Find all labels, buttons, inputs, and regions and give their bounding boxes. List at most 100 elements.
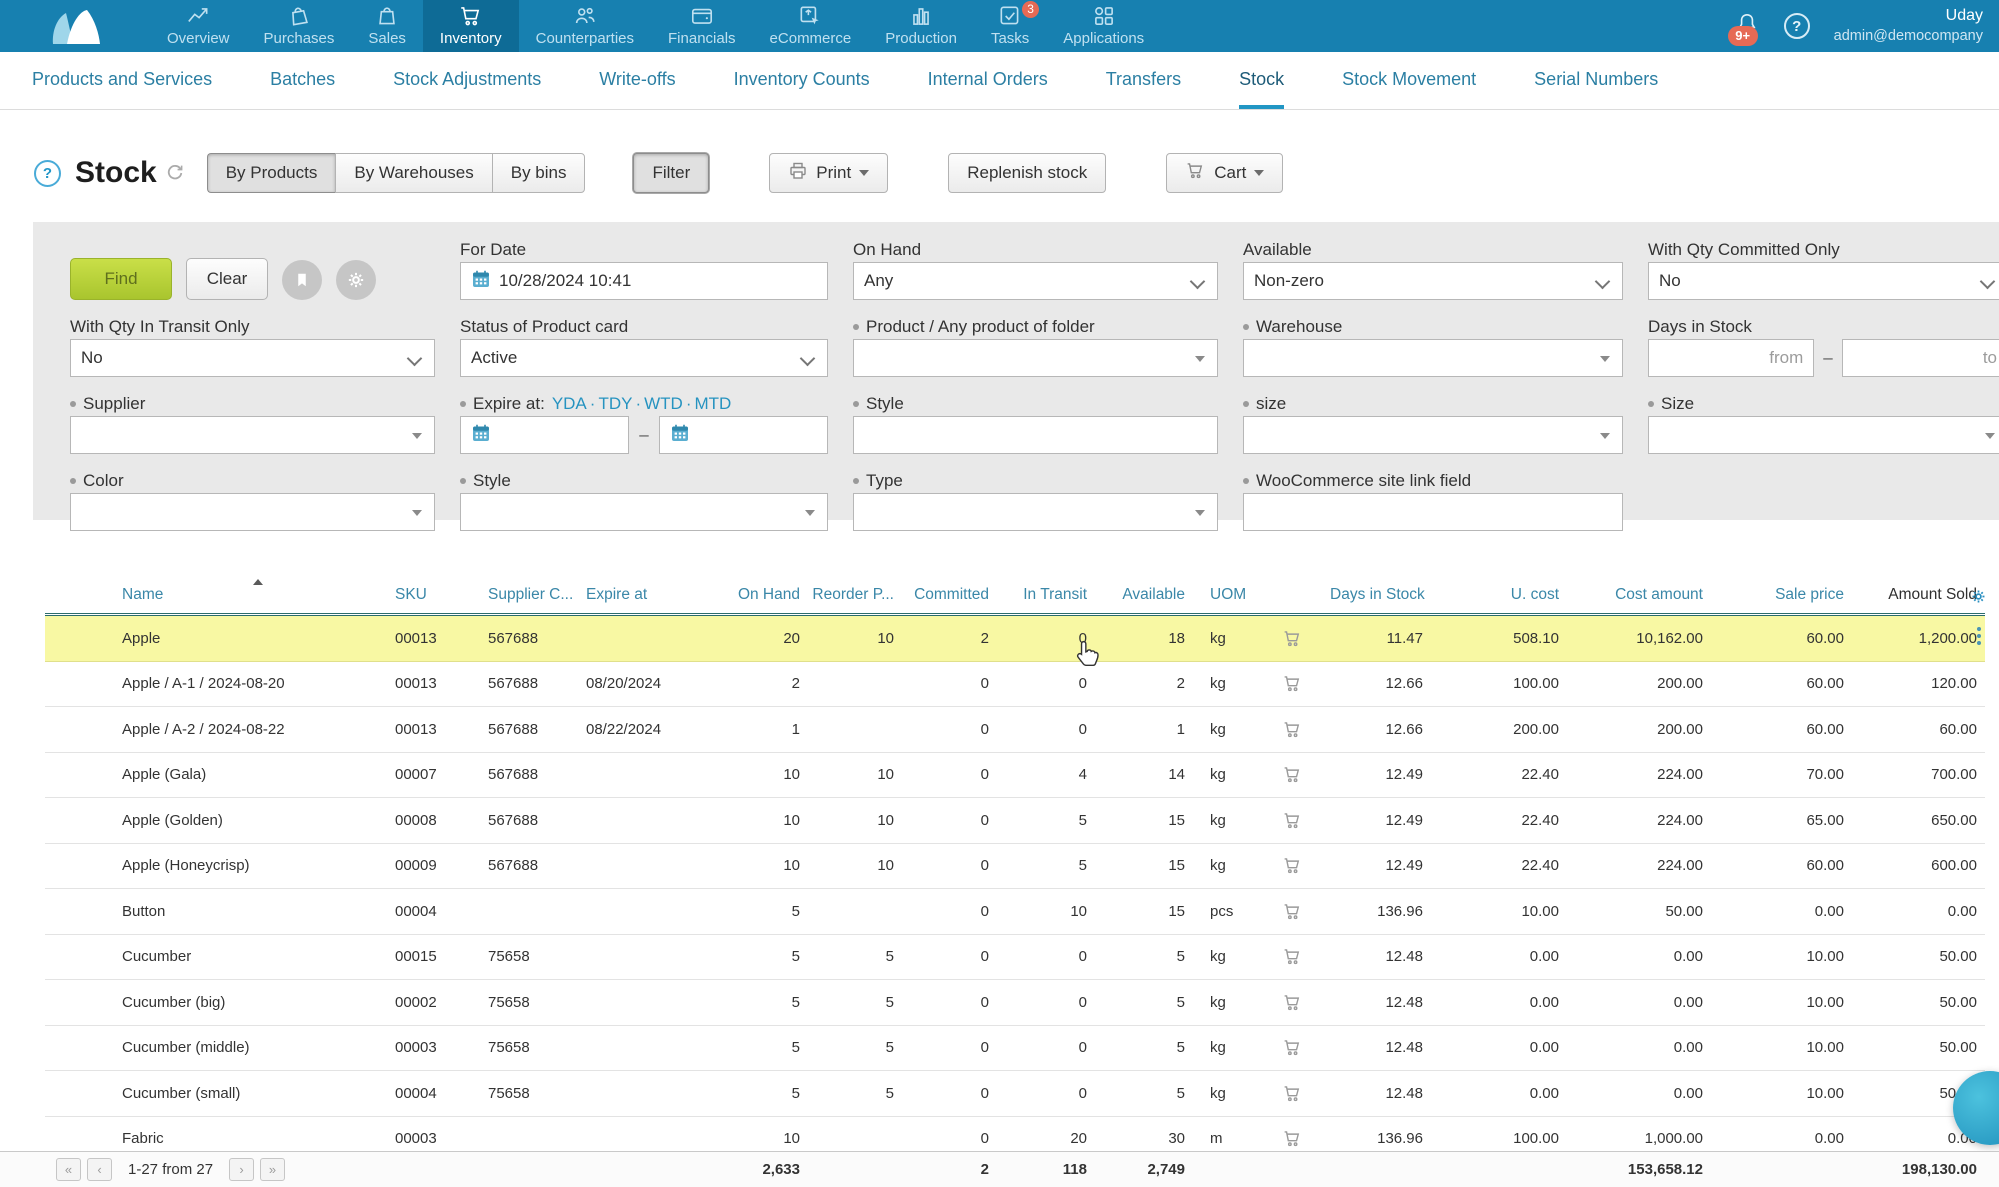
subnav-item-stock-adjustments[interactable]: Stock Adjustments <box>393 52 541 109</box>
view-button-by-products[interactable]: By Products <box>206 153 336 193</box>
nav-item-production[interactable]: Production <box>868 0 974 52</box>
table-row[interactable]: Apple / A-2 / 2024-08-22 00013 567688 08/22… <box>45 707 1985 753</box>
expire-from-input[interactable] <box>460 416 630 454</box>
filter-button[interactable]: Filter <box>633 153 710 193</box>
column-header-days[interactable]: Days in Stock <box>1330 586 1430 604</box>
subnav-item-stock[interactable]: Stock <box>1239 52 1285 109</box>
table-row[interactable]: Apple / A-1 / 2024-08-20 00013 567688 08/20… <box>45 662 1985 707</box>
nav-item-sales[interactable]: Sales <box>351 0 423 52</box>
page-help-icon[interactable]: ? <box>34 159 61 187</box>
subnav-item-transfers[interactable]: Transfers <box>1106 52 1181 109</box>
expire-to-value[interactable] <box>697 417 817 453</box>
row-cart-icon[interactable] <box>1255 719 1330 740</box>
row-cart-icon[interactable] <box>1255 673 1330 694</box>
next-page-button[interactable]: › <box>229 1158 255 1181</box>
table-row[interactable]: Cucumber (small) 00004 75658 5 5 0 0 5 kg 12.48 0.… <box>45 1071 1985 1117</box>
sort-asc-icon[interactable] <box>253 579 263 585</box>
table-row[interactable]: Apple (Golden) 00008 567688 10 10 0 5 15 kg 12.49… <box>45 798 1985 844</box>
nav-item-overview[interactable]: Overview <box>150 0 247 52</box>
days-to-input[interactable] <box>1852 340 1997 376</box>
column-header-available[interactable]: Available <box>1095 586 1190 604</box>
nav-item-applications[interactable]: Applications <box>1046 0 1161 52</box>
nav-item-inventory[interactable]: Inventory <box>422 0 519 52</box>
table-row[interactable]: Apple (Gala) 00007 567688 10 10 0 4 14 kg 12.49 22… <box>45 753 1985 798</box>
expire-link-tdy[interactable]: TDY <box>598 394 632 413</box>
type-combo[interactable] <box>853 493 1218 531</box>
nav-item-counterparties[interactable]: Counterparties <box>519 0 651 52</box>
row-cart-icon[interactable] <box>1255 810 1330 831</box>
column-header-expire[interactable]: Expire at <box>560 586 690 604</box>
user-menu[interactable]: Uday admin@democompany <box>1834 6 1983 46</box>
row-cart-icon[interactable] <box>1255 764 1330 785</box>
expire-from-value[interactable] <box>499 417 619 453</box>
qty-transit-select[interactable]: No <box>70 339 435 377</box>
row-cart-icon[interactable] <box>1255 901 1330 922</box>
size-lower-combo[interactable] <box>1243 416 1623 454</box>
view-button-by-bins[interactable]: By bins <box>491 153 586 193</box>
column-header-sku[interactable]: SKU <box>370 586 455 604</box>
expire-link-wtd[interactable]: WTD <box>644 394 683 413</box>
column-header-reorder[interactable]: Reorder P... <box>805 586 900 604</box>
subnav-item-batches[interactable]: Batches <box>270 52 335 109</box>
subnav-item-products-and-services[interactable]: Products and Services <box>32 52 212 109</box>
help-button[interactable]: ? <box>1783 13 1810 39</box>
table-row[interactable]: Cucumber (middle) 00003 75658 5 5 0 0 5 kg 12.48 0… <box>45 1026 1985 1071</box>
supplier-combo[interactable] <box>70 416 435 454</box>
row-cart-icon[interactable] <box>1255 1037 1330 1058</box>
last-page-button[interactable]: » <box>260 1158 286 1181</box>
app-logo[interactable] <box>0 0 150 52</box>
row-cart-icon[interactable] <box>1255 628 1330 649</box>
available-select[interactable]: Non-zero <box>1243 262 1623 300</box>
size-upper-combo[interactable] <box>1648 416 1999 454</box>
style2-combo[interactable] <box>460 493 828 531</box>
subnav-item-serial-numbers[interactable]: Serial Numbers <box>1534 52 1658 109</box>
table-row[interactable]: Apple (Honeycrisp) 00009 567688 10 10 0 5 15 kg 1… <box>45 844 1985 889</box>
expire-to-input[interactable] <box>658 416 828 454</box>
column-header-intransit[interactable]: In Transit <box>995 586 1095 604</box>
find-button[interactable]: Find <box>70 258 172 300</box>
table-row[interactable]: Button 00004 5 0 10 15 pcs 136.96 10.00 50.00 0.00… <box>45 889 1985 935</box>
color-combo[interactable] <box>70 493 435 531</box>
first-page-button[interactable]: « <box>56 1158 81 1181</box>
subnav-item-write-offs[interactable]: Write-offs <box>599 52 675 109</box>
row-cart-icon[interactable] <box>1255 1083 1330 1104</box>
column-header-committed[interactable]: Committed <box>900 586 995 604</box>
qty-committed-select[interactable]: No <box>1648 262 1999 300</box>
filter-settings-gear-icon[interactable] <box>336 260 376 300</box>
subnav-item-inventory-counts[interactable]: Inventory Counts <box>734 52 870 109</box>
table-row[interactable]: Cucumber 00015 75658 5 5 0 0 5 kg 12.48 0.00 0.00 10… <box>45 935 1985 980</box>
expire-link-mtd[interactable]: MTD <box>695 394 732 413</box>
row-cart-icon[interactable] <box>1255 1128 1330 1149</box>
column-header-saleprice[interactable]: Sale price <box>1710 586 1850 604</box>
prev-page-button[interactable]: ‹ <box>87 1158 112 1181</box>
nav-item-tasks[interactable]: 3 Tasks <box>974 0 1046 52</box>
row-cart-icon[interactable] <box>1255 855 1330 876</box>
replenish-stock-button[interactable]: Replenish stock <box>948 153 1107 193</box>
expire-link-yda[interactable]: YDA <box>552 394 587 413</box>
table-row[interactable]: Apple 00013 567688 20 10 2 0 18 kg 11.47 508.10 10,… <box>45 616 1985 662</box>
column-header-name[interactable]: Name <box>45 586 370 604</box>
days-from-input[interactable] <box>1659 340 1804 376</box>
column-header-supplier[interactable]: Supplier C... <box>455 586 573 604</box>
notifications-button[interactable]: 9+ <box>1727 11 1760 46</box>
warehouse-combo[interactable] <box>1243 339 1623 377</box>
subnav-item-internal-orders[interactable]: Internal Orders <box>928 52 1048 109</box>
on-hand-select[interactable]: Any <box>853 262 1218 300</box>
status-select[interactable]: Active <box>460 339 828 377</box>
for-date-value[interactable] <box>499 263 817 299</box>
nav-item-purchases[interactable]: Purchases <box>247 0 352 52</box>
column-header-onhand[interactable]: On Hand <box>690 586 805 604</box>
column-settings-gear-icon[interactable] <box>1970 588 1987 610</box>
clear-button[interactable]: Clear <box>186 258 268 300</box>
column-header-ucost[interactable]: U. cost <box>1430 586 1567 604</box>
row-cart-icon[interactable] <box>1255 946 1330 967</box>
nav-item-ecommerce[interactable]: eCommerce <box>753 0 869 52</box>
column-header-amountsold[interactable]: Amount Sold <box>1850 586 1985 604</box>
cart-button[interactable]: Cart <box>1166 153 1284 193</box>
table-row[interactable]: Cucumber (big) 00002 75658 5 5 0 0 5 kg 12.48 0.00… <box>45 980 1985 1026</box>
print-button[interactable]: Print <box>769 153 889 193</box>
for-date-input[interactable] <box>460 262 828 300</box>
nav-item-financials[interactable]: Financials <box>651 0 753 52</box>
column-header-uom[interactable]: UOM <box>1190 586 1255 604</box>
row-menu-icon[interactable] <box>1977 627 1981 645</box>
